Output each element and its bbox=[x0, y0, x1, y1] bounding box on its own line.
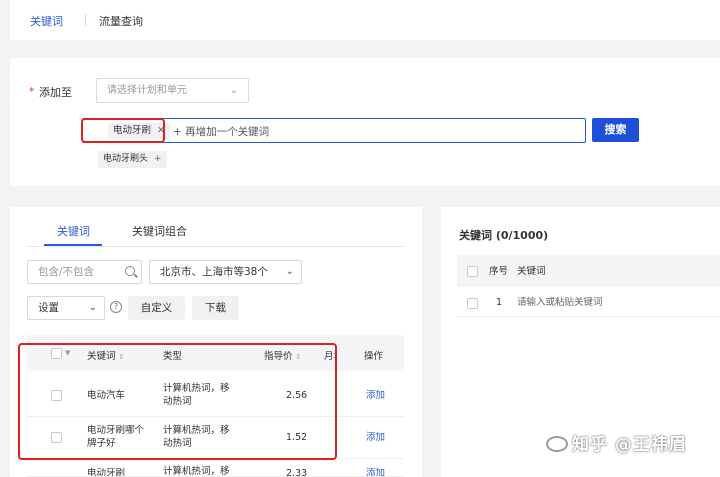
help-icon[interactable]: ? bbox=[110, 301, 122, 313]
row-checkbox[interactable] bbox=[467, 298, 478, 309]
row-add-link[interactable]: 添加 bbox=[366, 431, 385, 444]
top-tab-bar: 关键词 流量查询 bbox=[10, 0, 720, 40]
chevron-down-icon: ⌄ bbox=[88, 302, 97, 313]
download-button[interactable]: 下载 bbox=[192, 296, 239, 320]
column-index: 序号 bbox=[489, 266, 509, 277]
tab-keyword-combination[interactable]: 关键词组合 bbox=[132, 223, 187, 239]
add-keyword-section: * 添加至 请选择计划和单元 ⌄ 电动牙刷 ✕ + 再增加一个关键词 搜索 电动牙… bbox=[10, 58, 720, 186]
selected-keywords-title: 关键词 (0/1000) bbox=[459, 229, 549, 242]
chevron-down-icon: ⌄ bbox=[229, 85, 238, 96]
highlight-box-table bbox=[18, 343, 337, 460]
filter-input-placeholder: 包含/不包含 bbox=[38, 266, 95, 278]
add-to-label: 添加至 bbox=[39, 86, 72, 99]
select-all-checkbox[interactable] bbox=[467, 266, 478, 277]
tab-separator bbox=[85, 14, 86, 26]
row-type: 计算机热词，移 bbox=[163, 466, 230, 477]
selected-table-row: 1 请输入或粘贴关键词 bbox=[457, 287, 720, 317]
plus-icon[interactable]: + bbox=[154, 154, 162, 164]
settings-select-value: 设置 bbox=[38, 302, 59, 314]
wechat-icon bbox=[546, 436, 568, 452]
plan-unit-select[interactable]: 请选择计划和单元 ⌄ bbox=[96, 78, 249, 103]
table-row: 电动牙刷 计算机热词，移 2.33 添加 bbox=[27, 459, 404, 477]
region-select-value: 北京市、上海市等38个 bbox=[160, 266, 268, 278]
tab-traffic-query[interactable]: 流量查询 bbox=[99, 13, 143, 29]
search-button[interactable]: 搜索 bbox=[592, 118, 639, 142]
keyword-results-panel: 关键词 关键词组合 包含/不包含 北京市、上海市等38个 ⌄ 设置 ⌄ ? 自定… bbox=[10, 207, 422, 477]
row-add-link[interactable]: 添加 bbox=[366, 467, 385, 476]
active-tab-indicator bbox=[44, 244, 102, 246]
row-price: 2.33 bbox=[286, 468, 308, 477]
search-icon[interactable] bbox=[125, 266, 135, 276]
tab-keywords-list[interactable]: 关键词 bbox=[57, 223, 90, 239]
keyword-paste-input[interactable]: 请输入或粘贴关键词 bbox=[517, 296, 603, 309]
selected-table-header: 序号 关键词 bbox=[457, 255, 720, 287]
region-select[interactable]: 北京市、上海市等38个 ⌄ bbox=[149, 260, 302, 284]
column-action: 操作 bbox=[364, 351, 384, 362]
customize-button[interactable]: 自定义 bbox=[128, 296, 185, 320]
settings-select[interactable]: 设置 ⌄ bbox=[27, 296, 105, 320]
keyword-input-placeholder: + 再增加一个关键词 bbox=[173, 126, 270, 138]
required-mark: * bbox=[29, 85, 35, 98]
watermark: 知乎 @王祎眉 bbox=[572, 435, 687, 455]
tab-keywords[interactable]: 关键词 bbox=[30, 13, 63, 29]
suggestion-chip-label: 电动牙刷头 bbox=[103, 154, 149, 164]
column-keyword: 关键词 bbox=[517, 266, 546, 277]
row-keyword: 电动牙刷 bbox=[87, 468, 126, 477]
highlight-box-chip bbox=[81, 118, 165, 143]
chevron-down-icon: ⌄ bbox=[285, 266, 294, 277]
row-add-link[interactable]: 添加 bbox=[366, 389, 385, 402]
tab-divider bbox=[26, 246, 404, 247]
suggestion-chip[interactable]: 电动牙刷头 + bbox=[98, 151, 167, 168]
plan-unit-placeholder: 请选择计划和单元 bbox=[107, 85, 187, 96]
row-index: 1 bbox=[496, 297, 503, 308]
filter-input[interactable]: 包含/不包含 bbox=[27, 260, 142, 284]
